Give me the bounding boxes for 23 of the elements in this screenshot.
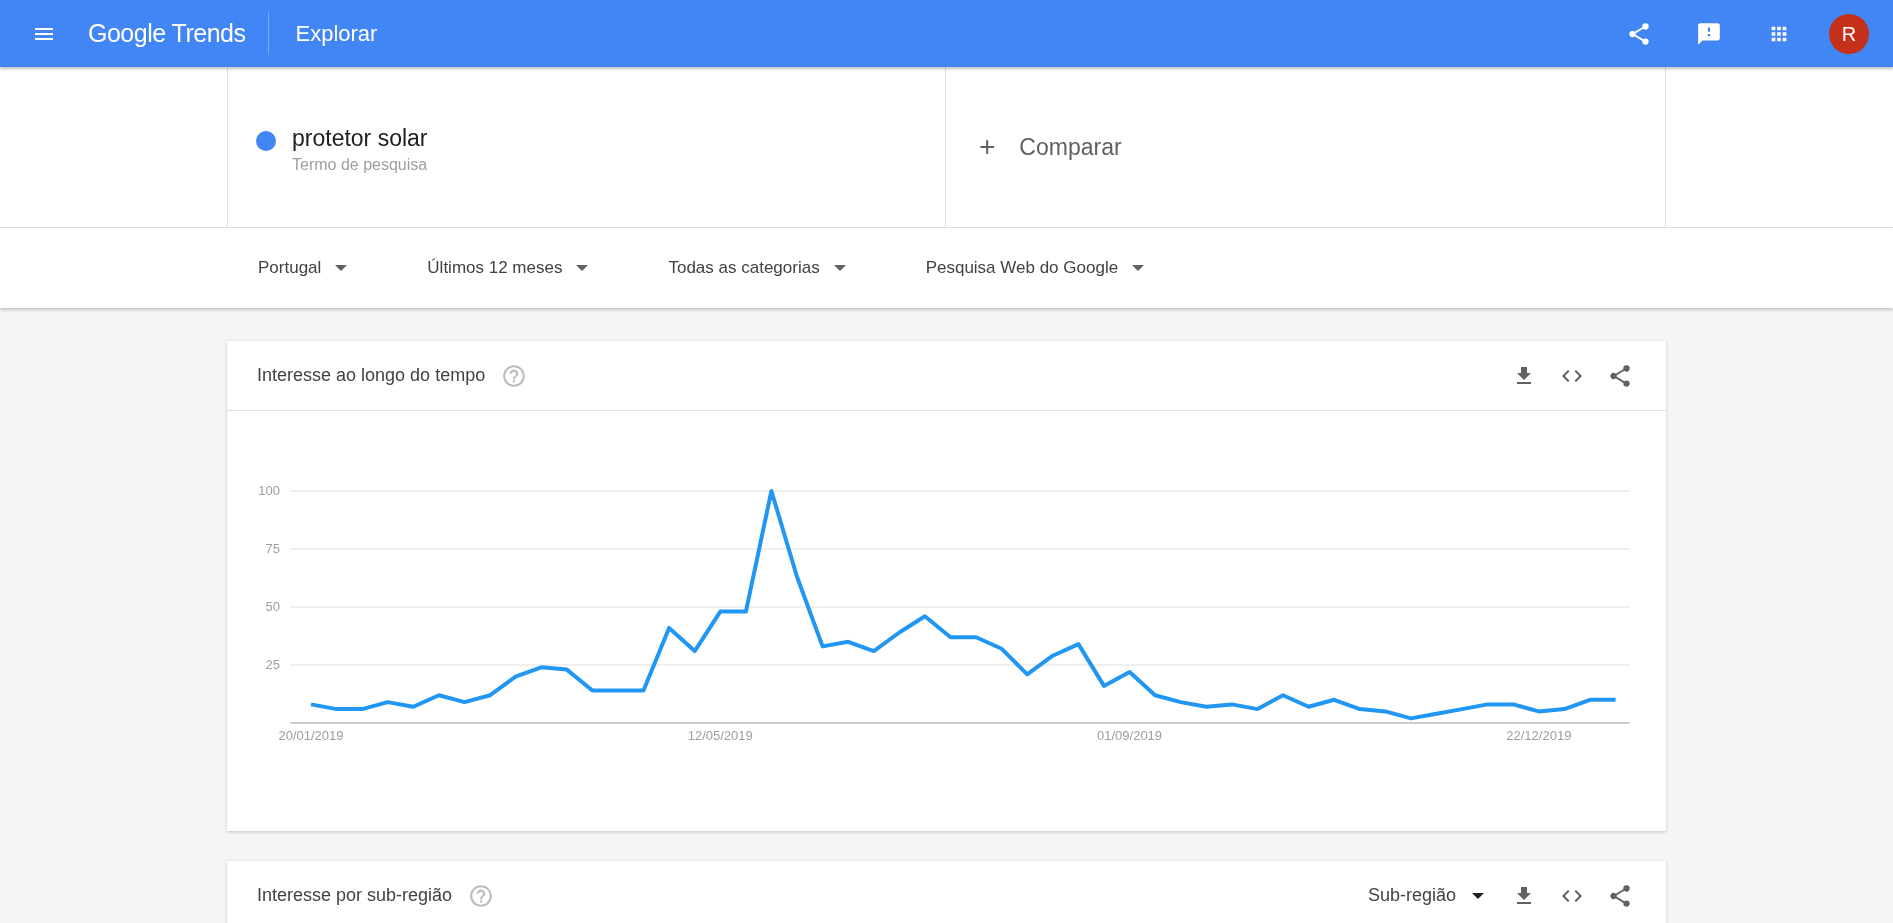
region-dropdown[interactable]: Sub-região: [1367, 882, 1484, 909]
axis-label: 50: [265, 599, 280, 614]
axis-label: 22/12/2019: [1506, 728, 1572, 743]
compare-field[interactable]: Comparar: [1019, 129, 1122, 165]
axis-label: 100: [258, 483, 280, 498]
plus-icon[interactable]: +: [979, 126, 996, 168]
search-term[interactable]: protetor solar: [292, 123, 428, 153]
axis-label: 20/01/2019: [278, 728, 344, 743]
axis-label: 25: [265, 657, 280, 672]
axis-label: 75: [265, 541, 280, 556]
filter-dropdown[interactable]: Últimos 12 meses: [427, 255, 589, 281]
filter-dropdown[interactable]: Pesquisa Web do Google: [925, 255, 1145, 281]
card-title: Interesse ao longo do tempo: [257, 364, 486, 387]
term-dot: [256, 131, 276, 151]
filter-dropdown[interactable]: Todas as categorias: [668, 255, 846, 281]
axis-label: 01/09/2019: [1097, 728, 1163, 743]
filter-dropdown[interactable]: Portugal: [258, 255, 348, 281]
avatar[interactable]: R: [1829, 13, 1869, 54]
page-title: Explorar: [294, 20, 378, 48]
card-title: Interesse por sub-região: [257, 884, 453, 907]
logo[interactable]: Google Trends: [88, 12, 269, 55]
axis-label: 12/05/2019: [687, 728, 753, 743]
term-subtitle: Termo de pesquisa: [292, 155, 428, 175]
